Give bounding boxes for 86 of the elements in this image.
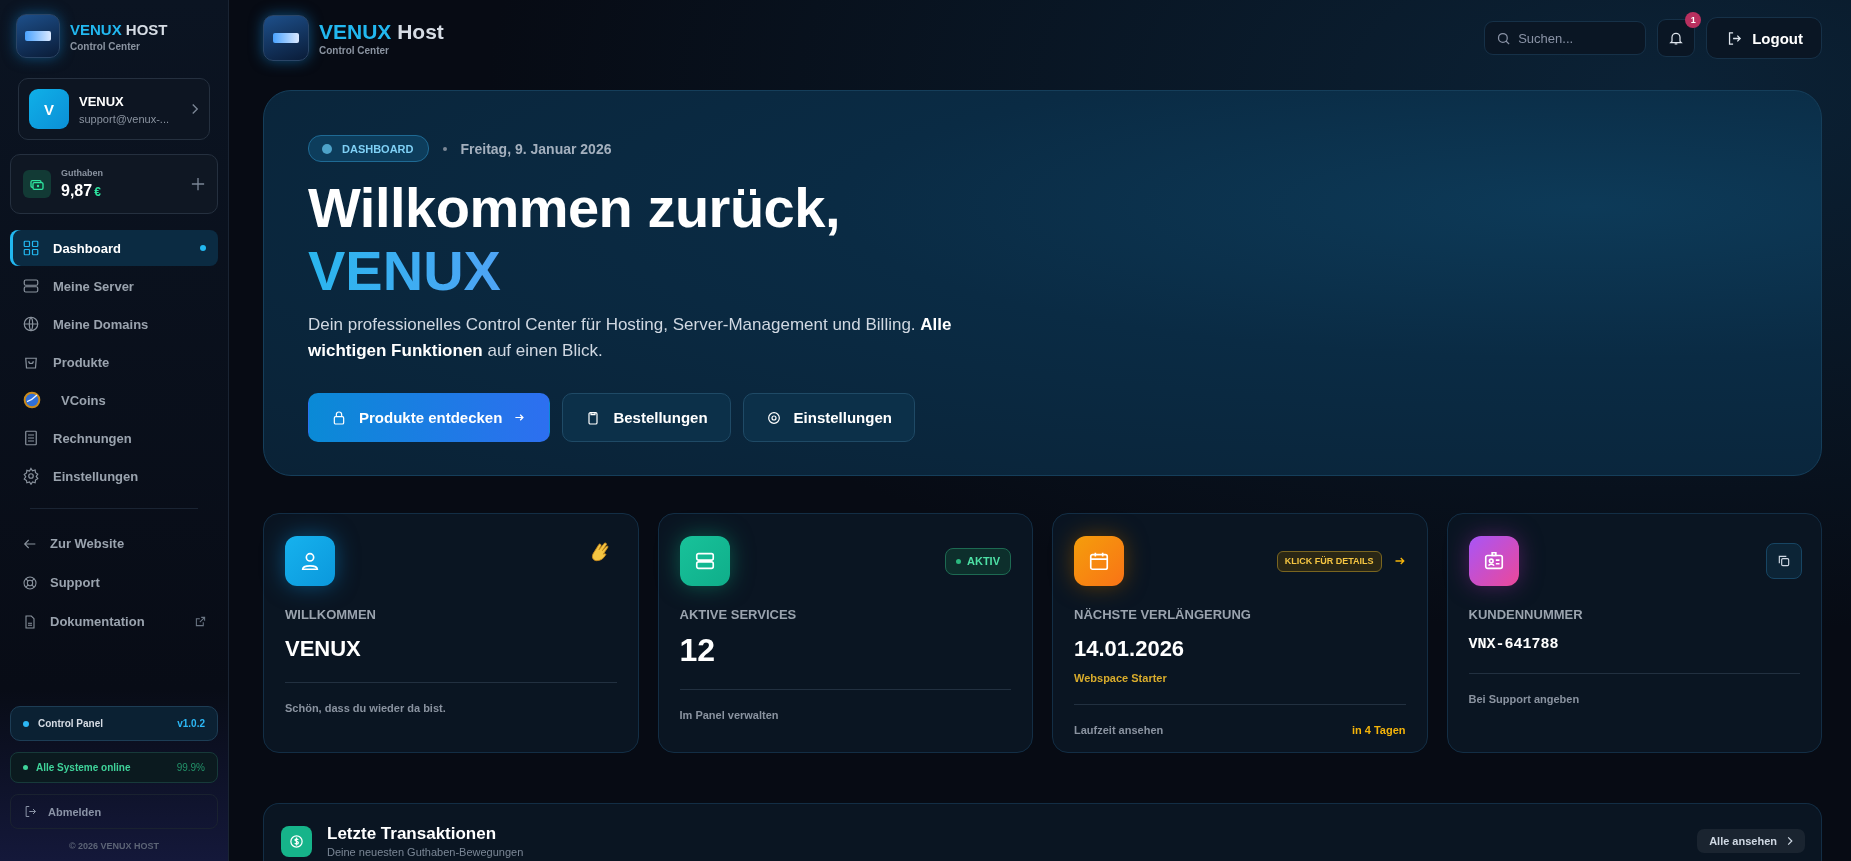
welcome-heading: Willkommen zurück, bbox=[308, 176, 841, 240]
brand-subtitle: Control Center bbox=[319, 45, 390, 56]
status-value: 99.9% bbox=[176, 762, 205, 773]
copyright: © 2026 VENUX HOST bbox=[67, 841, 161, 851]
brand-subtitle: Control Center bbox=[70, 40, 141, 52]
arrow-right-icon bbox=[1393, 555, 1406, 567]
coin-icon bbox=[22, 390, 42, 410]
card-footer: Bei Support angeben bbox=[1468, 693, 1580, 705]
nav-item[interactable]: Rechnungen bbox=[10, 420, 218, 456]
action-button[interactable]: Bestellungen bbox=[562, 393, 731, 442]
hero-description: Dein professionelles Control Center für Hosting, Server-Management und Billing. Alle wichtigen Funktionen auf einen Blick. bbox=[308, 314, 953, 362]
lock-icon bbox=[331, 409, 347, 426]
status-badge: AKTIV bbox=[945, 547, 1011, 575]
user-name: VENUX bbox=[79, 93, 125, 109]
card-subtitle: Webspace Starter bbox=[1074, 672, 1168, 684]
server-icon bbox=[679, 536, 730, 586]
logout-icon bbox=[23, 804, 38, 819]
id-icon bbox=[1468, 536, 1519, 586]
logo-icon bbox=[263, 15, 309, 61]
sidebar-link[interactable]: Dokumentation bbox=[10, 603, 218, 640]
nav-icon bbox=[22, 239, 40, 257]
nav-item[interactable]: Einstellungen bbox=[10, 458, 218, 494]
section-subtitle: Deine neuesten Guthaben-Bewegungen bbox=[327, 846, 525, 858]
action-button[interactable]: Einstellungen bbox=[742, 393, 915, 442]
arrow-right-icon bbox=[514, 412, 526, 423]
nav-icon bbox=[22, 277, 40, 295]
card-footer: Laufzeit ansehen bbox=[1074, 724, 1164, 736]
card-label: KUNDENNUMMER bbox=[1468, 607, 1584, 622]
brand-name: VENUX HOST bbox=[70, 20, 168, 38]
brand-name: VENUX Host bbox=[319, 20, 444, 44]
notification-count: 1 bbox=[1685, 12, 1702, 28]
plus-icon[interactable] bbox=[191, 177, 205, 191]
nav-icon bbox=[22, 315, 40, 333]
version-value: v1.0.2 bbox=[177, 718, 205, 729]
chevron-right-icon bbox=[1787, 836, 1793, 846]
nav-item[interactable]: Meine Server bbox=[10, 268, 218, 304]
card-footer: Im Panel verwalten bbox=[679, 709, 779, 721]
details-badge[interactable]: KLICK FÜR DETAILS bbox=[1276, 550, 1382, 572]
logout-icon bbox=[1726, 29, 1744, 47]
view-all-button[interactable]: Alle ansehen bbox=[1697, 829, 1805, 853]
card-footer: Schön, dass du wieder da bist. bbox=[285, 702, 446, 714]
logout-button[interactable]: Logout bbox=[1706, 17, 1822, 59]
nav-item[interactable]: Meine Domains bbox=[10, 306, 218, 342]
action-button[interactable]: Produkte entdecken bbox=[308, 393, 551, 442]
bell-icon bbox=[1668, 30, 1685, 46]
card-value: 12 bbox=[679, 632, 717, 669]
active-dot bbox=[200, 245, 206, 251]
avatar: V bbox=[29, 89, 69, 129]
nav-item[interactable]: Dashboard bbox=[10, 230, 218, 266]
sidebar-link[interactable]: Zur Website bbox=[10, 525, 218, 562]
settings-icon bbox=[765, 409, 782, 426]
nav-icon bbox=[22, 613, 38, 630]
user-icon bbox=[285, 536, 335, 586]
version-label: Control Panel bbox=[38, 718, 103, 729]
notifications-button[interactable] bbox=[1657, 19, 1696, 57]
nav-icon bbox=[22, 429, 40, 447]
chevron-right-icon bbox=[191, 103, 199, 115]
card-value: VNX-641788 bbox=[1468, 636, 1560, 653]
card-label: WILLKOMMEN bbox=[285, 607, 377, 622]
calendar-icon bbox=[1074, 536, 1124, 586]
card-value: 14.01.2026 bbox=[1074, 636, 1186, 662]
card-label: AKTIVE SERVICES bbox=[679, 607, 798, 622]
logo-icon bbox=[16, 14, 60, 58]
remaining-days: in 4 Tagen bbox=[1351, 724, 1406, 736]
nav-icon bbox=[22, 574, 38, 591]
dollar-icon bbox=[281, 825, 312, 857]
nav-item[interactable]: VCoins bbox=[10, 382, 218, 418]
copy-icon bbox=[1777, 554, 1791, 568]
money-icon bbox=[23, 170, 51, 198]
nav-icon bbox=[22, 467, 40, 485]
user-card[interactable]: V VENUX support@venux-... bbox=[18, 78, 210, 140]
balance-label: Guthaben bbox=[61, 168, 104, 178]
user-email: support@venux-... bbox=[79, 112, 171, 125]
copy-button[interactable] bbox=[1766, 543, 1802, 579]
date-text: Freitag, 9. Januar 2026 bbox=[460, 140, 612, 157]
page-badge: DASHBOARD bbox=[308, 135, 429, 162]
status-label: Alle Systeme online bbox=[36, 762, 131, 773]
search-field[interactable]: Suchen... bbox=[1484, 21, 1647, 55]
balance-amount: 9,87€ bbox=[61, 182, 102, 200]
section-title: Letzte Transaktionen bbox=[327, 824, 498, 844]
logout-button[interactable]: Abmelden bbox=[10, 794, 218, 829]
sidebar-link[interactable]: Support bbox=[10, 564, 218, 601]
card-label: NÄCHSTE VERLÄNGERUNG bbox=[1074, 607, 1252, 622]
external-link-icon bbox=[195, 616, 206, 627]
card-value: VENUX bbox=[285, 636, 362, 662]
nav-item[interactable]: Produkte bbox=[10, 344, 218, 380]
